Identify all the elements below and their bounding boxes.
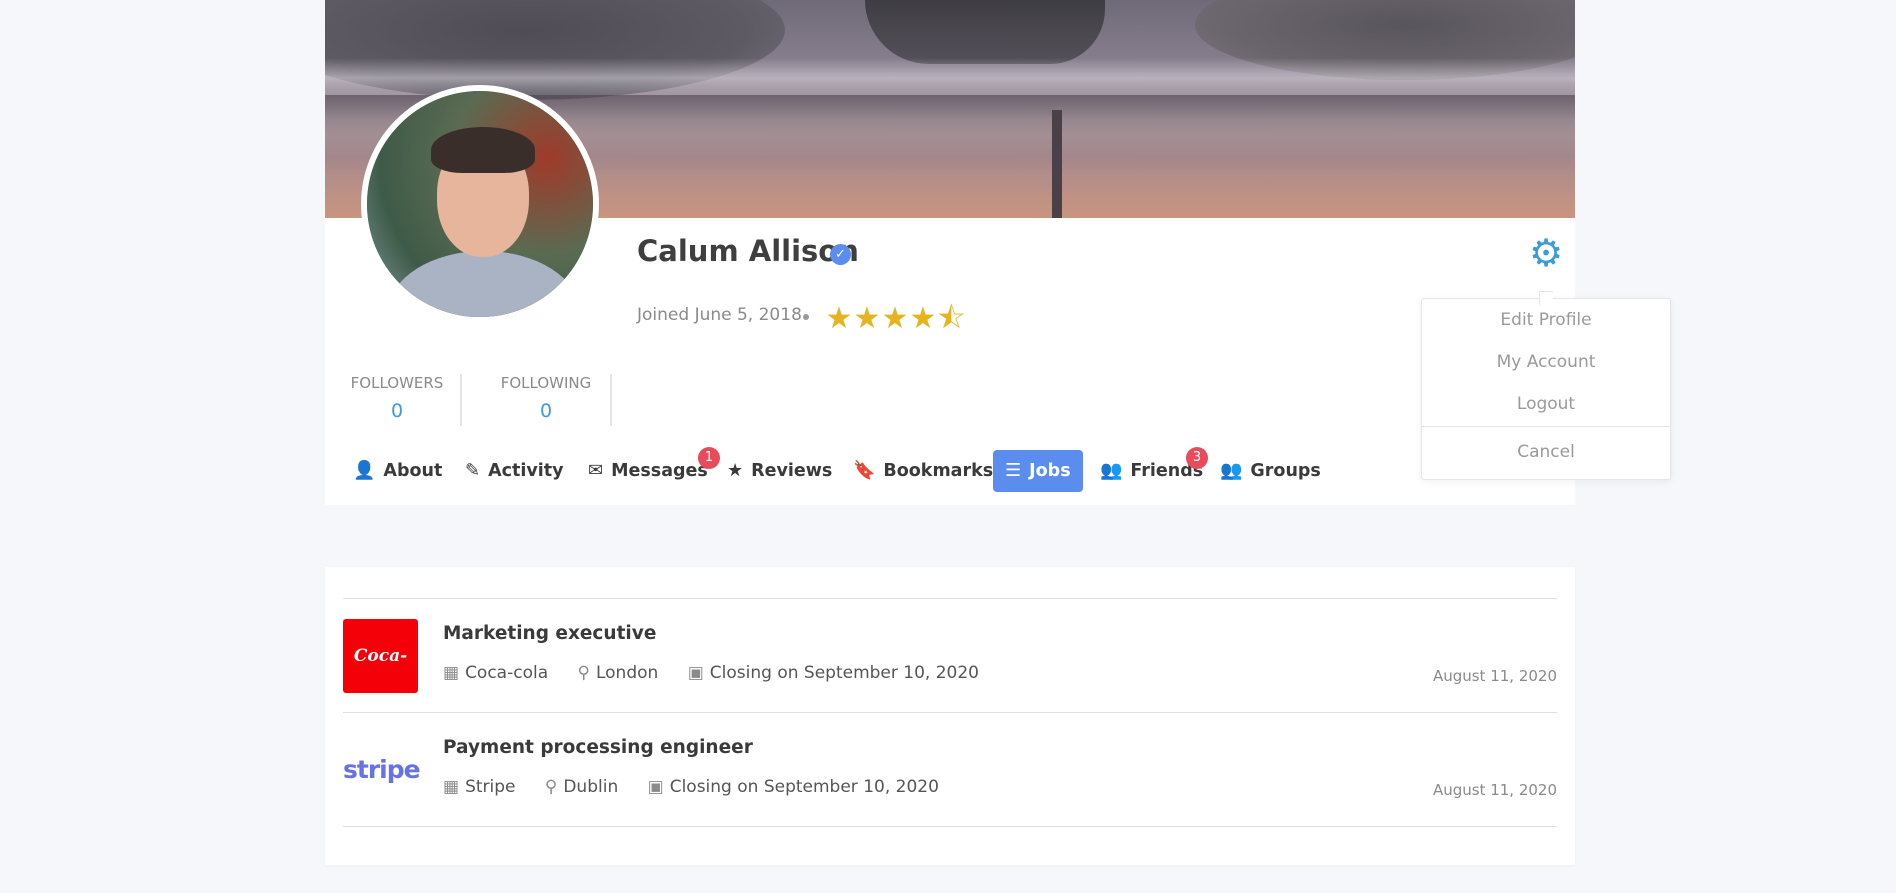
menu-item-my-account[interactable]: My Account: [1422, 352, 1670, 372]
stat-value: 0: [539, 400, 553, 422]
gear-icon[interactable]: ⚙: [1529, 234, 1563, 272]
separator-dot: [803, 314, 809, 320]
company-logo: stripe: [343, 755, 421, 784]
joined-date: Joined June 5, 2018: [637, 305, 802, 325]
notification-badge: 1: [698, 447, 720, 469]
star-icon: ★: [853, 301, 881, 336]
job-company: Coca-cola: [465, 663, 549, 683]
bookmark-icon: 🔖: [853, 460, 876, 481]
job-posted-date: August 11, 2020: [1432, 667, 1557, 685]
envelope-icon: ✉: [588, 460, 604, 481]
tab-label: Bookmarks: [883, 461, 994, 481]
tab-activity[interactable]: ✎ Activity: [465, 450, 564, 492]
avatar[interactable]: [361, 85, 599, 323]
tab-label: Groups: [1250, 461, 1321, 481]
notification-badge: 3: [1186, 447, 1208, 469]
star-icon: ★: [909, 301, 937, 336]
user-icon: 👤: [353, 460, 376, 481]
tab-groups[interactable]: 👥 Groups: [1220, 450, 1321, 492]
tab-jobs[interactable]: ☰ Jobs: [993, 450, 1083, 492]
menu-caret: [1539, 291, 1553, 305]
star-icon: ★: [825, 301, 853, 336]
tab-messages[interactable]: ✉ Messages 1: [588, 447, 720, 492]
star-half-icon: ⯪: [937, 301, 966, 336]
map-marker-icon: ⚲: [577, 663, 590, 683]
tab-reviews[interactable]: ★ Reviews: [727, 450, 832, 492]
stat-value: 0: [390, 400, 404, 422]
users-icon: 👥: [1100, 460, 1123, 481]
tab-label: Jobs: [1029, 461, 1071, 481]
job-closing: Closing on September 10, 2020: [669, 777, 939, 797]
followers-stat[interactable]: FOLLOWERS 0: [341, 374, 453, 426]
users-icon: 👥: [1220, 460, 1243, 481]
star-icon: ★: [727, 460, 744, 481]
tab-label: Reviews: [751, 461, 833, 481]
divider: [1422, 426, 1670, 427]
job-item[interactable]: Coca-Cola Marketing executive ▦ Coca-cola…: [343, 599, 1557, 740]
calendar-icon: ▣: [687, 663, 704, 683]
edit-icon: ✎: [465, 460, 481, 481]
job-posted-date: August 11, 2020: [1432, 781, 1557, 799]
map-marker-icon: ⚲: [544, 777, 558, 797]
job-location: London: [595, 663, 659, 683]
job-title[interactable]: Payment processing engineer: [443, 737, 753, 758]
divider: [460, 374, 462, 426]
profile-name: Calum Allison: [637, 234, 859, 268]
tab-label: About: [383, 461, 443, 481]
divider: [343, 826, 1557, 827]
profile-card: Calum Allison ✓ Joined June 5, 2018 ★★★★…: [325, 0, 1575, 505]
tab-bookmarks[interactable]: 🔖 Bookmarks: [853, 450, 993, 492]
job-company: Stripe: [465, 777, 516, 797]
building-icon: ▦: [443, 663, 460, 683]
job-location: Dublin: [563, 777, 619, 797]
building-icon: ▦: [443, 777, 460, 797]
star-icon: ★: [881, 301, 909, 336]
company-logo: Coca-Cola: [343, 619, 418, 740]
job-closing: Closing on September 10, 2020: [709, 663, 979, 683]
tab-friends[interactable]: 👥 Friends 3: [1100, 447, 1208, 492]
tab-about[interactable]: 👤 About: [353, 450, 442, 492]
stat-label: FOLLOWERS: [350, 374, 444, 392]
job-meta: ▦ Coca-cola ⚲ London ▣ Closing on September…: [443, 663, 979, 683]
divider: [610, 374, 612, 426]
menu-item-edit-profile[interactable]: Edit Profile: [1422, 310, 1670, 330]
tab-label: Messages: [611, 461, 708, 481]
job-meta: ▦ Stripe ⚲ Dublin ▣ Closing on September 10…: [443, 777, 939, 797]
stat-label: FOLLOWING: [500, 374, 592, 392]
job-title[interactable]: Marketing executive: [443, 623, 656, 644]
settings-menu: Edit Profile My Account Logout Cancel: [1421, 291, 1671, 480]
menu-item-cancel[interactable]: Cancel: [1422, 442, 1670, 462]
calendar-icon: ▣: [647, 777, 664, 797]
verified-icon: ✓: [830, 244, 851, 265]
following-stat[interactable]: FOLLOWING 0: [490, 374, 602, 426]
rating-stars: ★★★★⯪: [825, 296, 966, 347]
jobs-card: Coca-Cola Marketing executive ▦ Coca-cola…: [325, 567, 1575, 865]
menu-item-logout[interactable]: Logout: [1422, 394, 1670, 414]
tab-label: Activity: [488, 461, 564, 481]
list-alt-icon: ☰: [1005, 460, 1022, 481]
job-item[interactable]: stripe Payment processing engineer ▦ Stri…: [343, 713, 1557, 827]
